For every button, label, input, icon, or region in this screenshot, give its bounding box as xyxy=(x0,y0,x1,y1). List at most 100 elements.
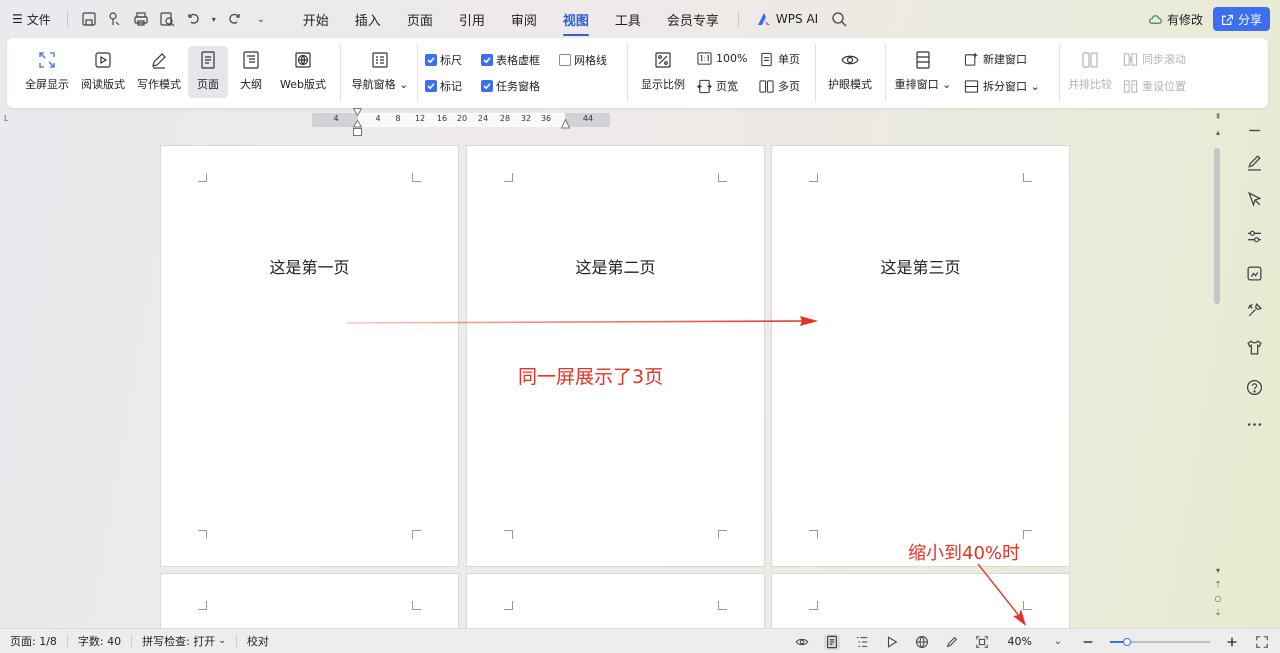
select-cursor-icon[interactable] xyxy=(1243,188,1265,210)
fullscreen-button[interactable]: 全屏显示 xyxy=(23,46,71,98)
zoom-out-icon[interactable] xyxy=(1080,634,1096,650)
document-page[interactable]: 这是第一页 xyxy=(160,145,459,567)
multi-page-icon xyxy=(759,79,774,93)
chevron-down-icon: ⌄ xyxy=(218,636,226,646)
tab-references[interactable]: 引用 xyxy=(446,0,498,38)
zoom-slider[interactable] xyxy=(1110,635,1210,649)
side-by-side-icon xyxy=(1082,52,1098,68)
scroll-down-icon[interactable]: ▾ xyxy=(1212,566,1224,576)
side-by-side-button[interactable]: 并排比较 xyxy=(1065,46,1115,98)
outline-view-icon[interactable] xyxy=(854,634,870,650)
file-menu[interactable]: ☰ 文件 xyxy=(0,0,61,38)
divider xyxy=(885,44,886,102)
wps-ai-button[interactable]: WPS AI xyxy=(757,12,818,26)
help-icon[interactable] xyxy=(1243,376,1265,398)
zoom-value[interactable]: 40% xyxy=(1004,635,1036,648)
eye-protection-icon[interactable] xyxy=(794,634,810,650)
adjust-sliders-icon[interactable] xyxy=(1243,225,1265,247)
document-page[interactable]: 这是第三页 xyxy=(771,145,1070,567)
scroll-top-icon[interactable]: ⇞ xyxy=(1212,112,1224,122)
print-preview-icon[interactable] xyxy=(158,10,176,28)
page-text: 这是第二页 xyxy=(575,258,656,277)
document-page[interactable] xyxy=(771,573,1070,633)
prev-page-icon[interactable]: ⇡ xyxy=(1212,580,1224,590)
play-icon[interactable] xyxy=(884,634,900,650)
tab-tools[interactable]: 工具 xyxy=(602,0,654,38)
tab-view[interactable]: 视图 xyxy=(550,0,602,38)
page-width-button[interactable]: 页宽 xyxy=(697,78,738,94)
redo-icon[interactable] xyxy=(226,10,244,28)
proofread-button[interactable]: 校对 xyxy=(237,633,279,649)
reading-layout-button[interactable]: 阅读版式 xyxy=(79,46,127,98)
share-button[interactable]: 分享 xyxy=(1212,7,1270,31)
shirt-icon[interactable] xyxy=(1243,336,1265,358)
has-changes-button[interactable]: 有修改 xyxy=(1148,11,1203,28)
task-pane-checkbox[interactable]: 任务窗格 xyxy=(481,78,540,94)
document-page[interactable] xyxy=(160,573,459,633)
markup-checkbox[interactable]: 标记 xyxy=(425,78,462,94)
zoom-in-icon[interactable] xyxy=(1224,634,1240,650)
more-dropdown-icon[interactable]: ⌄ xyxy=(252,10,270,28)
edit-pen-icon[interactable] xyxy=(1243,151,1265,173)
table-gridlines-checkbox[interactable]: 表格虚框 xyxy=(481,52,540,68)
first-line-indent-marker[interactable] xyxy=(353,108,362,116)
more-icon[interactable] xyxy=(1243,413,1265,435)
spell-check-label: 拼写检查: 打开 xyxy=(142,635,216,648)
document-page[interactable] xyxy=(466,573,765,633)
rearrange-windows-button[interactable]: 重排窗口 ⌄ xyxy=(893,46,953,98)
ruler-corner-icon[interactable]: L xyxy=(4,114,13,123)
margin-corner-mark xyxy=(412,530,421,539)
new-window-button[interactable]: 新建窗口 xyxy=(964,51,1027,67)
writing-pen-icon[interactable] xyxy=(944,634,960,650)
web-view-globe-icon[interactable] xyxy=(914,634,930,650)
page-view-icon[interactable] xyxy=(823,633,840,650)
split-window-button[interactable]: 拆分窗口 ⌄ xyxy=(964,78,1040,94)
reset-position-button[interactable]: 重设位置 xyxy=(1123,78,1186,94)
three-pages-annotation: 同一屏展示了3页 xyxy=(518,366,664,388)
ruler-checkbox[interactable]: 标尺 xyxy=(425,52,462,68)
zoom-slider-knob[interactable] xyxy=(1122,637,1131,646)
eye-mode-button[interactable]: 护眼模式 xyxy=(823,46,877,98)
zoom-dropdown-icon[interactable]: ⌄ xyxy=(1050,634,1066,650)
nav-pane-button[interactable]: 导航窗格 ⌄ xyxy=(350,46,410,98)
tab-start[interactable]: 开始 xyxy=(290,0,342,38)
word-count[interactable]: 字数: 40 xyxy=(68,633,131,649)
writing-mode-button[interactable]: 写作模式 xyxy=(135,46,183,98)
collapse-icon[interactable] xyxy=(1243,119,1265,141)
web-layout-button[interactable]: Web版式 xyxy=(275,46,331,98)
outline-icon xyxy=(243,51,259,69)
margin-corner-mark xyxy=(1023,530,1032,539)
multi-page-button[interactable]: 多页 xyxy=(759,78,800,94)
zoom-100-button[interactable]: 100% xyxy=(697,51,747,66)
hanging-indent-marker[interactable] xyxy=(353,120,362,136)
page-indicator[interactable]: 页面: 1/8 xyxy=(0,633,67,649)
spell-check-toggle[interactable]: 拼写检查: 打开 ⌄ xyxy=(132,633,236,649)
document-page[interactable]: 这是第二页 xyxy=(466,145,765,567)
tools-icon[interactable] xyxy=(1243,299,1265,321)
outline-button[interactable]: 大纲 xyxy=(233,46,269,98)
share-link-icon[interactable] xyxy=(106,10,124,28)
print-icon[interactable] xyxy=(132,10,150,28)
gridlines-checkbox[interactable]: 网格线 xyxy=(559,52,607,68)
zoom-ratio-button[interactable]: 显示比例 xyxy=(637,46,689,98)
sync-scroll-button[interactable]: 同步滚动 xyxy=(1123,51,1186,67)
browse-object-icon[interactable]: ○ xyxy=(1212,594,1224,604)
scroll-up-icon[interactable]: ▴ xyxy=(1212,128,1224,138)
single-page-button[interactable]: 单页 xyxy=(759,51,800,67)
search-icon[interactable] xyxy=(830,10,848,28)
image-tool-icon[interactable] xyxy=(1243,262,1265,284)
vertical-scrollbar[interactable]: ⇞ ▴ ▾ ⇡ ○ ⇣ xyxy=(1210,110,1226,630)
undo-dropdown-icon[interactable]: ▾ xyxy=(210,10,218,28)
scroll-thumb[interactable] xyxy=(1214,148,1220,304)
tab-insert[interactable]: 插入 xyxy=(342,0,394,38)
next-page-icon[interactable]: ⇣ xyxy=(1212,608,1224,618)
tab-review[interactable]: 审阅 xyxy=(498,0,550,38)
undo-icon[interactable] xyxy=(184,10,202,28)
right-indent-marker[interactable] xyxy=(561,119,570,129)
save-icon[interactable] xyxy=(80,10,98,28)
fullscreen-expand-icon[interactable] xyxy=(1254,634,1270,650)
tab-page[interactable]: 页面 xyxy=(394,0,446,38)
page-view-button[interactable]: 页面 xyxy=(188,46,228,98)
tab-member[interactable]: 会员专享 xyxy=(654,0,732,38)
fit-page-icon[interactable] xyxy=(974,634,990,650)
